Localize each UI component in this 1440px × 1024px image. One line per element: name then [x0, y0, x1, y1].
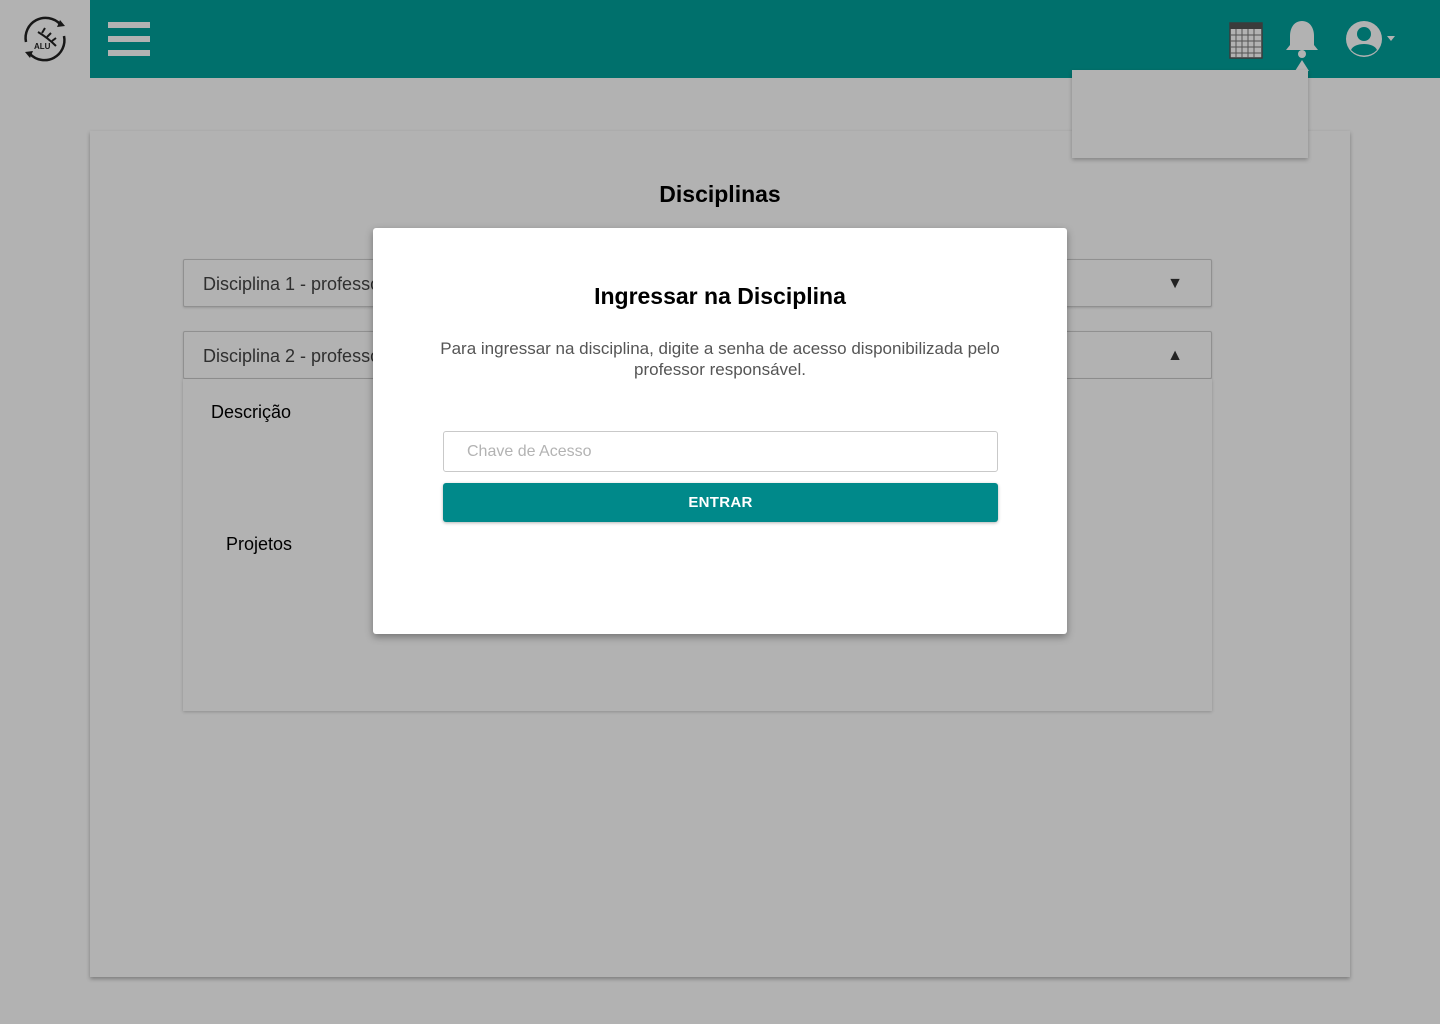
modal-title: Ingressar na Disciplina — [594, 283, 846, 309]
join-course-modal: Ingressar na Disciplina Para ingressar n… — [373, 228, 1067, 634]
modal-description: Para ingressar na disciplina, digite a s… — [440, 339, 1000, 379]
access-key-input[interactable] — [443, 431, 998, 472]
enter-button[interactable]: ENTRAR — [443, 483, 998, 522]
